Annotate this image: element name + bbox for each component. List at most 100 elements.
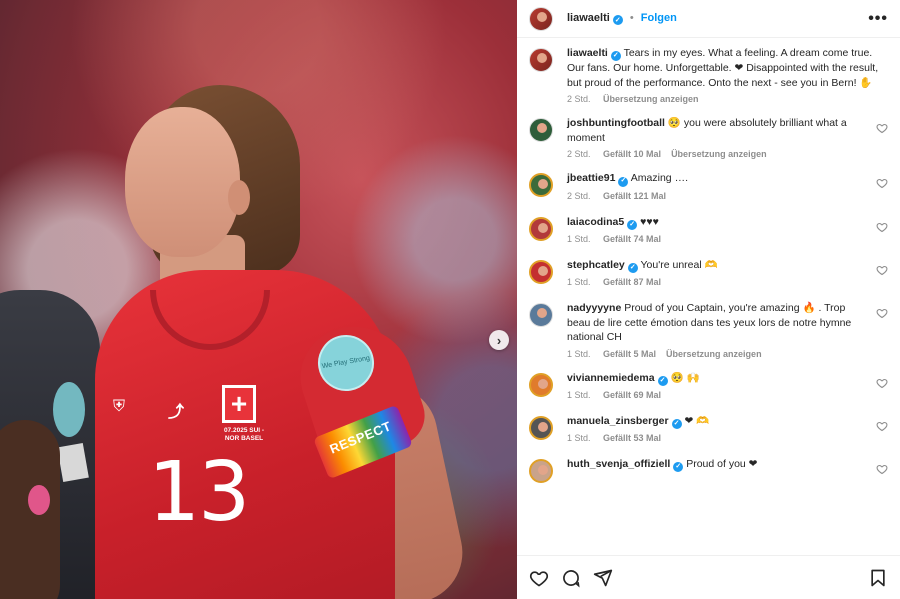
commenter-avatar[interactable] [529, 459, 553, 483]
commenter-avatar[interactable] [529, 372, 553, 397]
commenter-avatar[interactable] [529, 216, 553, 241]
commenter-username[interactable]: manuela_zinsberger [567, 415, 669, 427]
comment-body: jbeattie91 ✓ Amazing …. 2 Std. Gefällt 12… [567, 171, 888, 200]
comment-text-block: nadyyyyne Proud of you Captain, you're a… [567, 301, 870, 345]
instagram-post-modal: RESPECT We Play Strong ⛨ ⤴ + 07.2025 SUI… [0, 0, 900, 599]
comment-likes[interactable]: Gefällt 10 Mal [603, 149, 661, 159]
verified-badge-icon: ✓ [657, 375, 668, 386]
caption-avatar[interactable] [529, 48, 553, 72]
comment-text-block: stephcatley ✓ You're unreal 🫶 [567, 258, 870, 273]
post-photo: RESPECT We Play Strong ⛨ ⤴ + 07.2025 SUI… [0, 0, 517, 599]
comment-text-block: joshbuntingfootball 🥺 you were absolutel… [567, 116, 870, 145]
caption: liawaelti ✓ Tears in my eyes. What a feel… [529, 46, 888, 104]
comment-body: huth_svenja_offiziell ✓ Proud of you ❤ [567, 457, 888, 483]
comment-like-heart-icon[interactable] [876, 122, 888, 134]
verified-badge-icon: ✓ [627, 263, 638, 273]
comment-row: viviannemiedema ✓ 🥺 🙌 1 Std. Gefällt 69 M… [529, 371, 888, 400]
comment-text-block: jbeattie91 ✓ Amazing …. [567, 171, 870, 187]
separator-dot: • [629, 12, 634, 24]
match-commemoration-text: 07.2025 SUI - NOR BASEL [223, 427, 265, 442]
comment-likes[interactable]: Gefällt 53 Mal [603, 433, 661, 443]
comment-like-heart-icon[interactable] [876, 463, 888, 475]
comment-row: nadyyyyne Proud of you Captain, you're a… [529, 301, 888, 359]
comment-icon[interactable] [561, 568, 581, 588]
heart-outline-icon[interactable] [529, 568, 549, 588]
caption-text-block: liawaelti ✓ Tears in my eyes. What a feel… [567, 46, 884, 90]
commenter-username[interactable]: joshbuntingfootball [567, 117, 665, 129]
comment-likes[interactable]: Gefällt 74 Mal [603, 234, 661, 244]
comment-text-block: huth_svenja_offiziell ✓ Proud of you ❤ [567, 457, 870, 473]
comment-text: Amazing …. [630, 172, 688, 185]
comment-body: manuela_zinsberger ✓ ❤ 🫶 1 Std. Gefällt 5… [567, 414, 888, 443]
commenter-avatar[interactable] [529, 415, 553, 440]
comments-list: liawaelti ✓ Tears in my eyes. What a feel… [517, 38, 900, 555]
comment-text: ♥♥♥ [640, 215, 659, 228]
commenter-username[interactable]: huth_svenja_offiziell [567, 458, 670, 470]
caption-username[interactable]: liawaelti [567, 47, 608, 59]
brand-logo-icon: ⤴ [168, 404, 185, 421]
comment-time: 1 Std. [567, 433, 591, 443]
comment-time: 1 Std. [567, 233, 591, 244]
comment-like-heart-icon[interactable] [876, 420, 888, 432]
commenter-avatar[interactable] [529, 303, 553, 327]
comment-likes[interactable]: Gefällt 87 Mal [603, 277, 661, 287]
verified-badge-icon: ✓ [618, 176, 629, 187]
caption-body: liawaelti ✓ Tears in my eyes. What a feel… [567, 46, 888, 104]
comment-body: joshbuntingfootball 🥺 you were absolutel… [567, 116, 888, 159]
caption-meta: 2 Std. Übersetzung anzeigen [567, 94, 884, 104]
author-username[interactable]: liawaelti [567, 12, 610, 24]
comment-meta: 2 Std. Gefällt 121 Mal [567, 191, 870, 201]
comment-row: jbeattie91 ✓ Amazing …. 2 Std. Gefällt 12… [529, 171, 888, 201]
comment-translate-link[interactable]: Übersetzung anzeigen [666, 349, 762, 359]
commenter-username[interactable]: stephcatley [567, 259, 625, 271]
comment-like-heart-icon[interactable] [876, 264, 888, 276]
comment-like-heart-icon[interactable] [876, 221, 888, 233]
comment-time: 1 Std. [567, 389, 591, 400]
player-face [125, 107, 240, 257]
comment-body: viviannemiedema ✓ 🥺 🙌 1 Std. Gefällt 69 M… [567, 371, 888, 400]
commenter-avatar[interactable] [529, 259, 553, 284]
verified-badge-icon: ✓ [671, 419, 682, 429]
player-figure: RESPECT We Play Strong ⛨ ⤴ + 07.2025 SUI… [90, 85, 472, 599]
verified-badge-icon: ✓ [610, 51, 621, 62]
follow-button[interactable]: Folgen [641, 12, 677, 24]
comment-meta: 1 Std. Gefällt 74 Mal [567, 234, 870, 244]
comment-likes[interactable]: Gefällt 121 Mal [603, 191, 666, 201]
next-image-button[interactable]: › [489, 330, 509, 350]
commenter-avatar[interactable] [529, 173, 553, 198]
post-side-panel: liawaelti ✓ • Folgen ••• liawaelti ✓ Tears… [517, 0, 900, 599]
comment-time: 1 Std. [567, 348, 591, 359]
comment-text: You're unreal 🫶 [640, 258, 718, 271]
federation-crest-icon: ⛨ [113, 398, 126, 415]
commenter-username[interactable]: viviannemiedema [567, 372, 655, 384]
comment-row: joshbuntingfootball 🥺 you were absolutel… [529, 116, 888, 159]
comment-likes[interactable]: Gefällt 69 Mal [603, 390, 661, 400]
commenter-avatar[interactable] [529, 118, 553, 143]
author-username-group: liawaelti ✓ • Folgen [567, 12, 677, 25]
player-ear [228, 180, 250, 215]
patch-text: We Play Strong [321, 354, 371, 371]
author-avatar[interactable] [529, 6, 553, 31]
comment-text-block: manuela_zinsberger ✓ ❤ 🫶 [567, 414, 870, 429]
caption-translate-link[interactable]: Übersetzung anzeigen [603, 94, 699, 104]
comment-like-heart-icon[interactable] [876, 377, 888, 389]
shirt-number: 13 [148, 445, 250, 540]
commenter-username[interactable]: nadyyyyne [567, 302, 621, 314]
commenter-username[interactable]: laiacodina5 [567, 216, 624, 228]
comment-like-heart-icon[interactable] [876, 307, 888, 319]
commenter-username[interactable]: jbeattie91 [567, 172, 615, 184]
comment-likes[interactable]: Gefällt 5 Mal [603, 349, 656, 359]
comment-meta: 1 Std. Gefällt 53 Mal [567, 433, 870, 443]
caption-time: 2 Std. [567, 94, 591, 105]
comment-translate-link[interactable]: Übersetzung anzeigen [671, 149, 767, 159]
verified-badge-icon: ✓ [627, 219, 638, 230]
bookmark-icon[interactable] [868, 568, 888, 588]
paper-plane-icon[interactable] [593, 568, 613, 588]
more-options-icon[interactable]: ••• [868, 10, 888, 28]
comment-like-heart-icon[interactable] [876, 177, 888, 189]
comment-row: stephcatley ✓ You're unreal 🫶 1 Std. Gefä… [529, 258, 888, 287]
comment-meta: 1 Std. Gefällt 69 Mal [567, 390, 870, 400]
comment-body: laiacodina5 ✓ ♥♥♥ 1 Std. Gefällt 74 Mal [567, 215, 888, 244]
comment-body: nadyyyyne Proud of you Captain, you're a… [567, 301, 888, 359]
comment-text: ❤ 🫶 [684, 414, 710, 427]
